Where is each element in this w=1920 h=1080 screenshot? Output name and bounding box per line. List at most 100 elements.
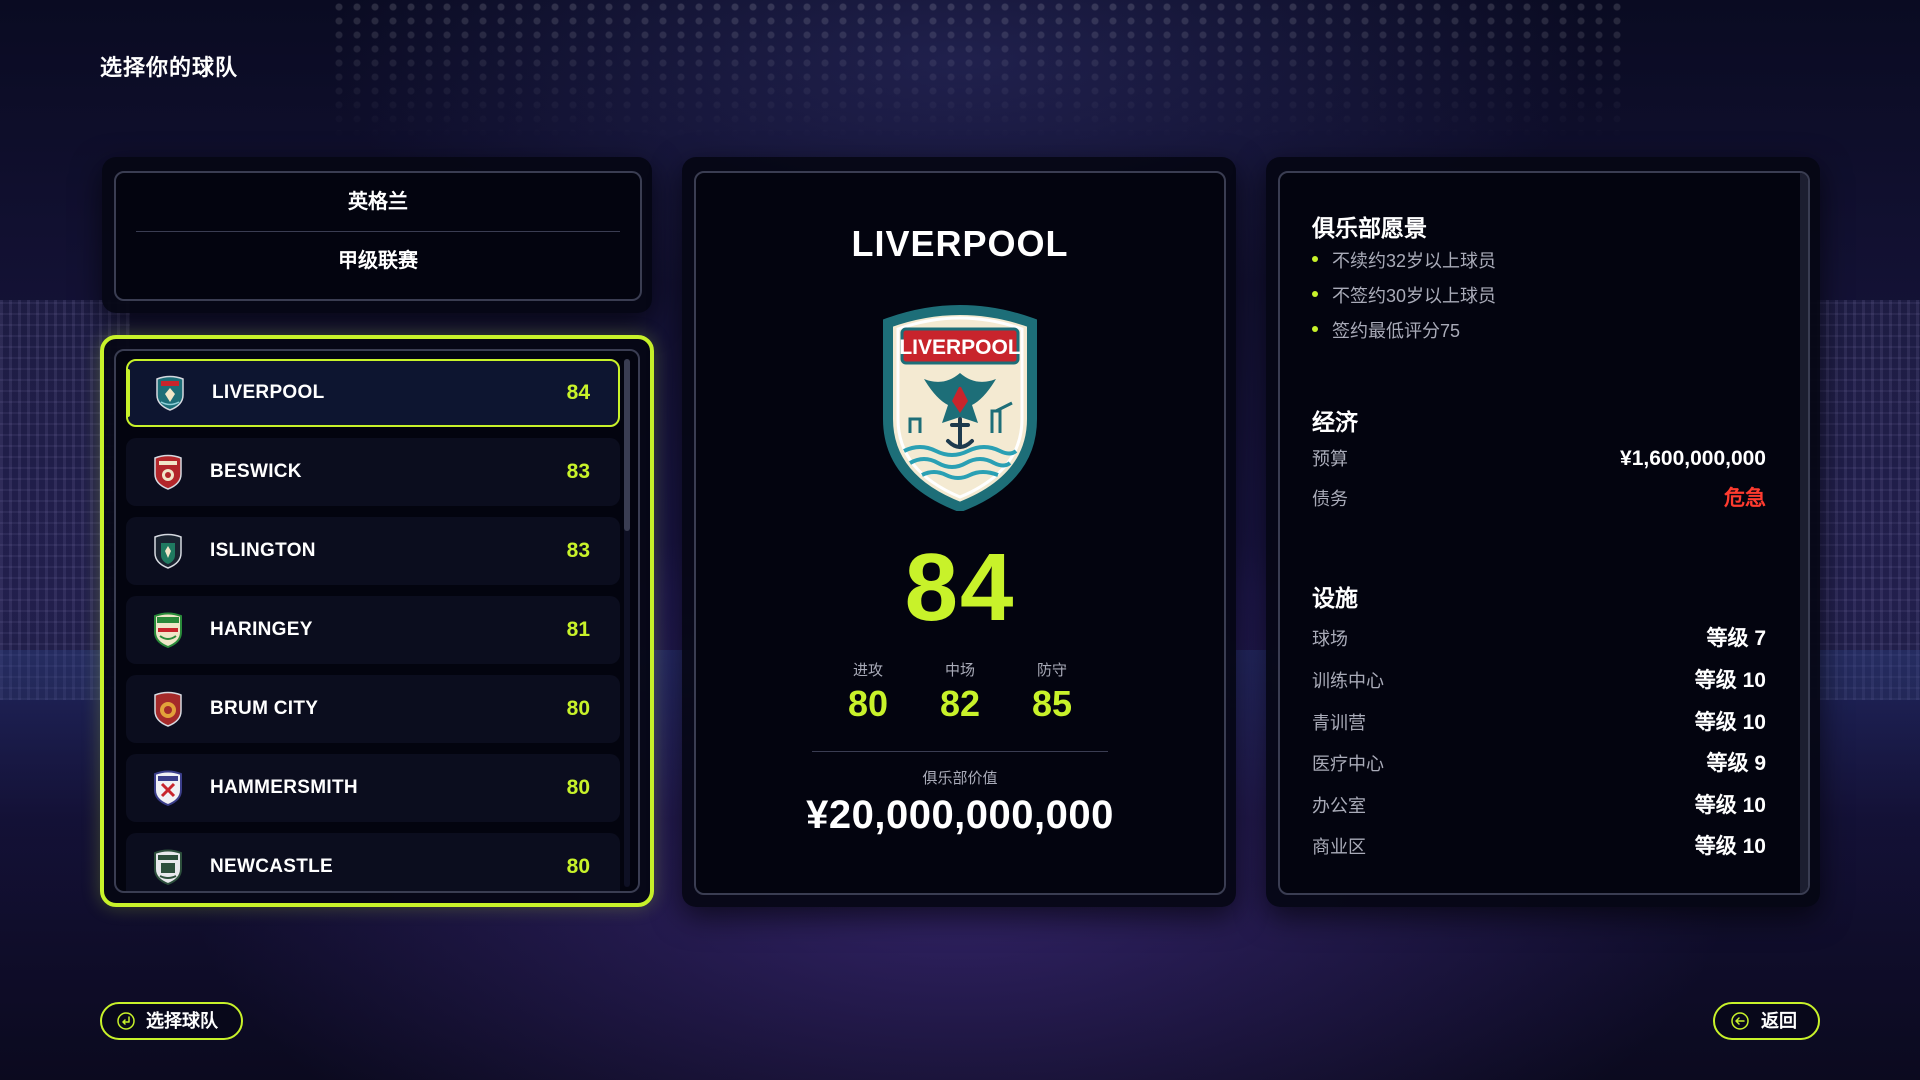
league-dropdown[interactable]: 甲级联赛: [136, 232, 620, 290]
club-info: 俱乐部愿景 不续约32岁以上球员 不签约30岁以上球员 签约最低评分75 经济 …: [1278, 171, 1810, 895]
defense-rating: 防守 85: [1012, 661, 1092, 727]
facility-row: 商业区 等级 10: [1312, 833, 1766, 861]
team-row-liverpool[interactable]: LIVERPOOL 84: [126, 359, 620, 427]
select-team-button[interactable]: 选择球队: [100, 1002, 243, 1040]
facility-level: 等级 10: [1694, 835, 1766, 858]
team-rating: 83: [566, 539, 590, 562]
facility-row: 训练中心 等级 10: [1312, 667, 1766, 695]
facility-label: 球场: [1312, 629, 1348, 649]
bullet-dot: [1312, 291, 1318, 297]
facility-label: 青训营: [1312, 713, 1366, 733]
hammersmith-crest-icon: [154, 770, 182, 806]
brum-city-crest-icon: [154, 691, 182, 727]
midfield-rating: 中场 82: [920, 661, 1000, 727]
detail-divider: [812, 751, 1108, 752]
vision-item: 不签约30岁以上球员: [1312, 282, 1496, 308]
vision-item: 不续约32岁以上球员: [1312, 247, 1496, 273]
select-team-label: 选择球队: [146, 1011, 218, 1031]
debt-label: 债务: [1312, 489, 1348, 509]
country-selector[interactable]: 英格兰: [136, 173, 620, 231]
vision-item: 签约最低评分75: [1312, 317, 1460, 343]
debt-status: 危急: [1724, 487, 1766, 510]
back-arrow-icon: [1731, 1012, 1749, 1030]
defense-value: 85: [1031, 683, 1073, 724]
budget-row: 预算 ¥1,600,000,000: [1312, 445, 1766, 473]
team-name: LIVERPOOL: [212, 382, 325, 403]
facility-level: 等级 9: [1706, 752, 1766, 775]
overall-rating: 84: [904, 534, 1016, 641]
attack-label: 进攻: [852, 662, 883, 679]
debt-row: 债务 危急: [1312, 485, 1766, 513]
beswick-crest-icon: [154, 454, 182, 490]
team-detail-panel: LIVERPOOL LIVERPOOL 84 进攻 80 中场 82 防守 85…: [682, 157, 1236, 907]
team-rating: 84: [566, 381, 590, 404]
team-name: BESWICK: [210, 461, 302, 482]
facility-row: 球场 等级 7: [1312, 625, 1766, 653]
facility-level: 等级 7: [1706, 627, 1766, 650]
team-list-scrollbar[interactable]: [624, 359, 630, 887]
team-list[interactable]: LIVERPOOL 84 BESWICK 83 ISLINGTON 83 HAR…: [114, 349, 640, 893]
attack-rating: 进攻 80: [828, 661, 908, 727]
team-title: LIVERPOOL: [851, 223, 1069, 264]
facility-label: 训练中心: [1312, 671, 1384, 691]
bullet-dot: [1312, 256, 1318, 262]
confirm-key-icon: [117, 1012, 135, 1030]
page-title: 选择你的球队: [100, 55, 239, 80]
economy-title: 经济: [1312, 409, 1358, 435]
team-row-beswick[interactable]: BESWICK 83: [126, 438, 620, 506]
back-label: 返回: [1761, 1011, 1797, 1031]
facility-level: 等级 10: [1694, 711, 1766, 734]
facility-label: 办公室: [1312, 796, 1366, 816]
team-name: NEWCASTLE: [210, 856, 334, 877]
team-rating: 80: [566, 776, 590, 799]
facilities-title: 设施: [1312, 585, 1358, 611]
liverpool-crest-icon: [156, 375, 184, 411]
club-info-panel: 俱乐部愿景 不续约32岁以上球员 不签约30岁以上球员 签约最低评分75 经济 …: [1266, 157, 1820, 907]
team-rating: 80: [566, 855, 590, 878]
facility-row: 医疗中心 等级 9: [1312, 750, 1766, 778]
facility-level: 等级 10: [1694, 794, 1766, 817]
club-value: ¥20,000,000,000: [806, 793, 1114, 837]
facility-level: 等级 10: [1694, 669, 1766, 692]
team-rating: 80: [566, 697, 590, 720]
sub-ratings: 进攻 80 中场 82 防守 85: [828, 661, 1092, 731]
facility-row: 办公室 等级 10: [1312, 792, 1766, 820]
stadium-lights: [330, 0, 1630, 140]
league-selector-panel: 英格兰 甲级联赛: [102, 157, 652, 313]
team-rating: 83: [566, 460, 590, 483]
team-rating: 81: [566, 618, 590, 641]
team-name: HARINGEY: [210, 619, 313, 640]
facility-row: 青训营 等级 10: [1312, 709, 1766, 737]
team-row-islington[interactable]: ISLINGTON 83: [126, 517, 620, 585]
vision-item-text: 不续约32岁以上球员: [1332, 251, 1497, 271]
team-row-haringey[interactable]: HARINGEY 81: [126, 596, 620, 664]
bullet-dot: [1312, 326, 1318, 332]
liverpool-crest-icon: LIVERPOOL: [883, 305, 1037, 511]
midfield-label: 中场: [944, 662, 975, 679]
info-scrollbar[interactable]: [1800, 173, 1808, 893]
vision-item-text: 签约最低评分75: [1332, 321, 1461, 341]
haringey-crest-icon: [154, 612, 182, 648]
newcastle-crest-icon: [154, 849, 182, 885]
islington-crest-icon: [154, 533, 182, 569]
league-selector: 英格兰 甲级联赛: [114, 171, 642, 301]
team-row-brum-city[interactable]: BRUM CITY 80: [126, 675, 620, 743]
club-value-label: 俱乐部价值: [922, 770, 998, 787]
crest-text: LIVERPOOL: [899, 336, 1021, 359]
team-row-newcastle[interactable]: NEWCASTLE 80: [126, 833, 620, 891]
scroll-thumb[interactable]: [624, 359, 630, 531]
team-name: HAMMERSMITH: [210, 777, 358, 798]
midfield-value: 82: [939, 683, 981, 724]
team-row-hammersmith[interactable]: HAMMERSMITH 80: [126, 754, 620, 822]
vision-title: 俱乐部愿景: [1312, 215, 1427, 241]
defense-label: 防守: [1036, 662, 1067, 679]
facility-label: 医疗中心: [1312, 754, 1384, 774]
team-name: ISLINGTON: [210, 540, 316, 561]
budget-value: ¥1,600,000,000: [1620, 447, 1766, 470]
vision-item-text: 不签约30岁以上球员: [1332, 286, 1497, 306]
team-detail: LIVERPOOL LIVERPOOL 84 进攻 80 中场 82 防守 85…: [694, 171, 1226, 895]
facility-label: 商业区: [1312, 837, 1366, 857]
attack-value: 80: [847, 683, 889, 724]
team-list-panel: LIVERPOOL 84 BESWICK 83 ISLINGTON 83 HAR…: [100, 335, 654, 907]
back-button[interactable]: 返回: [1713, 1002, 1820, 1040]
